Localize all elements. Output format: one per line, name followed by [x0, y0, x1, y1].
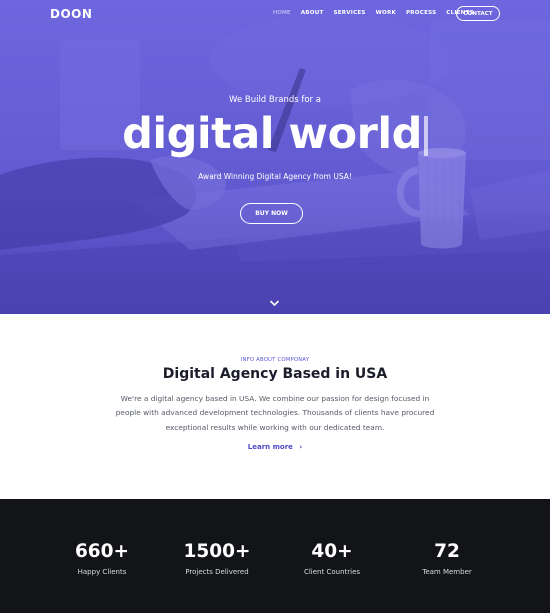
stat-team-member: 72 Team Member [392, 541, 502, 576]
about-title: Digital Agency Based in USA [162, 366, 388, 382]
stat-label: Team Member [422, 568, 472, 576]
stat-value: 660+ [74, 541, 130, 562]
top-navigation: DOON HOME ABOUT SERVICES WORK PROCESS CL… [0, 0, 550, 28]
learn-more-label: Learn more [247, 443, 293, 451]
stat-label: Client Countries [303, 568, 361, 576]
about-description: We're a digital agency based in USA. We … [115, 394, 435, 432]
nav-item-process[interactable]: PROCESS [406, 10, 436, 16]
stat-value: 72 [434, 541, 460, 562]
hero-title-wrap: digital world [0, 106, 550, 162]
stats-section: 660+ Happy Clients 1500+ Projects Delive… [0, 499, 550, 613]
chevron-down-icon[interactable] [270, 300, 279, 307]
typing-cursor [423, 116, 428, 156]
hero-kicker: We Build Brands for a [229, 95, 321, 105]
nav-menu: HOME ABOUT SERVICES WORK PROCESS CLIENTS [273, 10, 484, 16]
stat-projects-delivered: 1500+ Projects Delivered [162, 541, 272, 576]
stat-label: Projects Delivered [185, 568, 249, 576]
stat-label: Happy Clients [77, 568, 127, 576]
logo[interactable]: DOON [50, 7, 92, 21]
contact-button[interactable]: CONTACT [456, 6, 500, 21]
hero-title: digital world [122, 109, 422, 159]
chevron-right-icon: › [299, 443, 303, 451]
buy-now-button[interactable]: BUY NOW [240, 203, 303, 224]
stat-client-countries: 40+ Client Countries [277, 541, 387, 576]
stat-happy-clients: 660+ Happy Clients [47, 541, 157, 576]
hero-subtitle: Award Winning Digital Agency from USA! [198, 172, 352, 181]
stat-value: 40+ [311, 541, 353, 562]
nav-item-home[interactable]: HOME [273, 10, 291, 16]
hero-section: DOON HOME ABOUT SERVICES WORK PROCESS CL… [0, 0, 550, 314]
nav-item-services[interactable]: SERVICES [334, 10, 366, 16]
nav-item-work[interactable]: WORK [376, 10, 396, 16]
about-section: INFO ABOUT COMPONAY Digital Agency Based… [0, 314, 550, 499]
stat-value: 1500+ [183, 541, 251, 562]
about-kicker: INFO ABOUT COMPONAY [240, 357, 310, 363]
nav-item-about[interactable]: ABOUT [301, 10, 324, 16]
learn-more-link[interactable]: Learn more › [0, 443, 550, 451]
